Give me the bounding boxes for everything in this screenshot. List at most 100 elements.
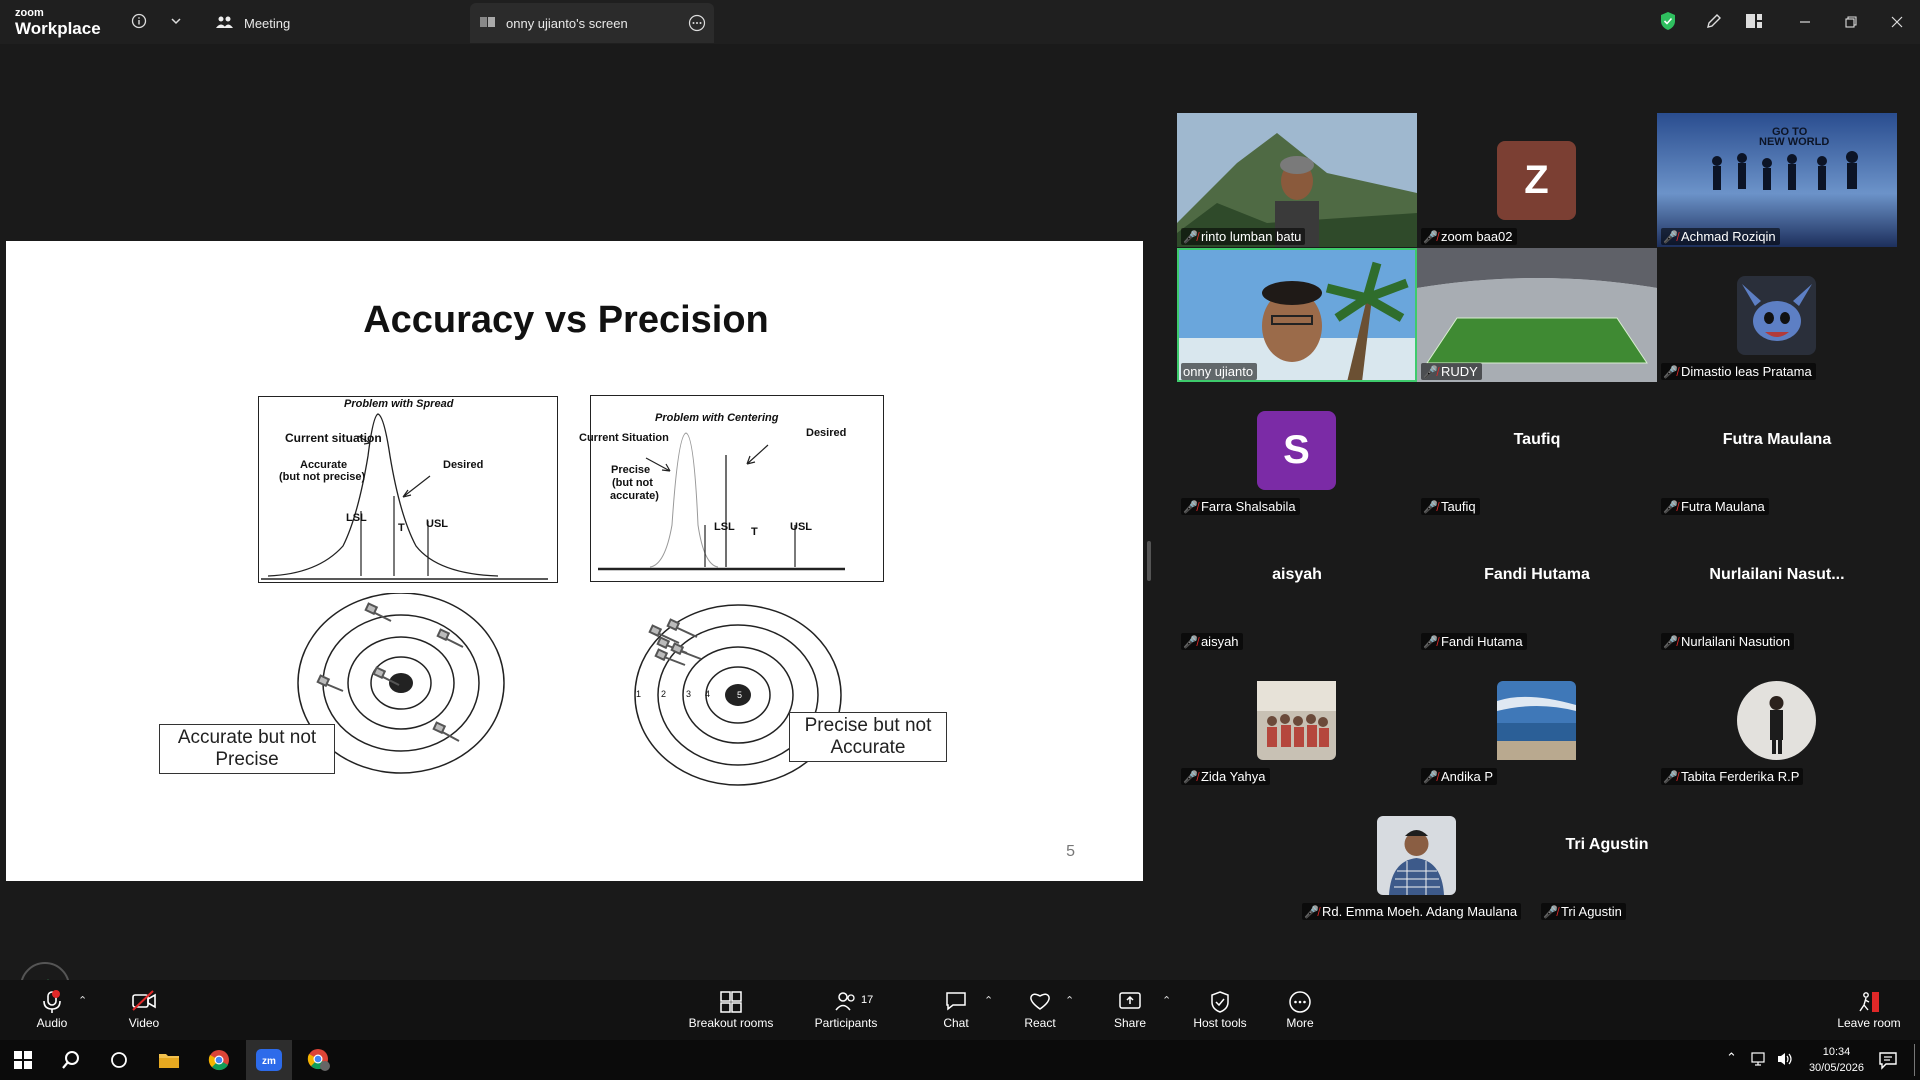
chrome-icon[interactable] <box>196 1040 242 1080</box>
share-options-caret-icon[interactable]: ⌃ <box>1162 994 1171 1007</box>
tab-meeting[interactable]: Meeting <box>216 3 456 43</box>
participant-tile[interactable]: GO TO NEW WORLD 🎤̸ Achmad Roziqin <box>1657 113 1897 247</box>
mic-muted-icon: 🎤̸ <box>1423 634 1438 649</box>
windows-start-icon[interactable] <box>0 1040 46 1080</box>
volume-icon[interactable] <box>1776 1051 1794 1072</box>
participant-name: RUDY <box>1440 364 1478 379</box>
participant-tile[interactable]: 🎤̸ Andika P <box>1417 653 1657 787</box>
participant-tile[interactable]: 🎤̸ Zida Yahya <box>1177 653 1417 787</box>
participant-name: Tabita Ferderika R.P <box>1680 769 1800 784</box>
participant-display-name: aisyah <box>1272 566 1322 583</box>
more-options-icon[interactable] <box>688 14 706 35</box>
leave-room-button[interactable]: Leave room <box>1836 980 1902 1040</box>
participant-name-tag: 🎤̸ Tri Agustin <box>1541 903 1626 920</box>
security-shield-icon[interactable] <box>1657 10 1679 32</box>
react-button[interactable]: React <box>1020 980 1060 1040</box>
participant-tile[interactable]: aisyah 🎤̸ aisyah <box>1177 518 1417 652</box>
spread-t-label: T <box>398 522 405 534</box>
centering-usl-label: USL <box>790 521 812 533</box>
participants-icon <box>834 990 858 1016</box>
show-desktop-strip[interactable] <box>1914 1044 1915 1076</box>
participant-name: Fandi Hutama <box>1440 634 1523 649</box>
chrome-profile-icon[interactable] <box>296 1040 342 1080</box>
mic-muted-icon: 🎤̸ <box>1423 769 1438 784</box>
caption-precise-line2: Accurate <box>830 737 906 758</box>
participant-tile[interactable]: S 🎤̸ Farra Shalsabila <box>1177 383 1417 517</box>
participant-tile[interactable]: Nurlailani Nasut... 🎤̸ Nurlailani Nasutio… <box>1657 518 1897 652</box>
participant-tile[interactable]: Futra Maulana 🎤̸ Futra Maulana <box>1657 383 1897 517</box>
participant-name: Dimastio leas Pratama <box>1680 364 1812 379</box>
mic-muted-icon: 🎤̸ <box>1663 634 1678 649</box>
centering-current-label: Current Situation <box>579 432 669 444</box>
participants-label: Participants <box>814 1016 878 1030</box>
svg-text:NEW WORLD: NEW WORLD <box>1759 136 1829 148</box>
video-button[interactable]: Video <box>120 980 168 1040</box>
microphone-muted-icon <box>41 990 63 1016</box>
participant-tile[interactable]: 🎤̸ RUDY <box>1417 248 1657 382</box>
audio-button[interactable]: Audio <box>28 980 76 1040</box>
search-icon[interactable] <box>48 1040 94 1080</box>
more-button[interactable]: More <box>1280 980 1320 1040</box>
zoom-app-icon[interactable]: zm <box>246 1040 292 1080</box>
chevron-down-icon[interactable] <box>165 10 187 32</box>
participant-name-tag: 🎤̸ Farra Shalsabila <box>1181 498 1300 515</box>
participant-tile[interactable]: 🎤̸ Dimastio leas Pratama <box>1657 248 1897 382</box>
participant-tile[interactable]: Taufiq 🎤̸ Taufiq <box>1417 383 1657 517</box>
participant-tile[interactable]: 🎤̸ Rd. Emma Moeh. Adang Maulana <box>1297 788 1527 922</box>
participant-tile[interactable]: Fandi Hutama 🎤̸ Fandi Hutama <box>1417 518 1657 652</box>
network-icon[interactable] <box>1751 1051 1769 1072</box>
participant-tile[interactable]: Z 🎤̸ zoom baa02 <box>1417 113 1657 247</box>
tray-chevron-up-icon[interactable]: ⌃ <box>1726 1050 1737 1066</box>
ring-label-2: 2 <box>661 689 667 699</box>
mic-muted-icon: 🎤̸ <box>1304 904 1319 919</box>
centering-precise-note2: accurate) <box>610 490 659 502</box>
audio-label: Audio <box>36 1016 68 1030</box>
notification-icon[interactable] <box>1878 1050 1898 1075</box>
info-icon[interactable] <box>128 10 150 32</box>
close-icon[interactable] <box>1883 10 1911 34</box>
clock-date: 30/05/2026 <box>1808 1062 1864 1074</box>
restore-icon[interactable] <box>1837 10 1865 34</box>
meeting-main-area: Accuracy vs Precision Problem with Sprea… <box>0 44 1920 1012</box>
participant-name: Farra Shalsabila <box>1200 499 1296 514</box>
clock-time: 10:34 <box>1822 1046 1851 1058</box>
mic-muted-icon: 🎤̸ <box>1543 904 1558 919</box>
share-screen-icon <box>1118 990 1142 1016</box>
panel-resize-handle[interactable] <box>1147 541 1151 581</box>
participant-tile[interactable]: Tri Agustin 🎤̸ Tri Agustin <box>1537 788 1777 922</box>
minimize-icon[interactable] <box>1791 10 1819 34</box>
participant-tile-active-speaker[interactable]: onny ujianto <box>1177 248 1417 382</box>
participant-name-tag: 🎤̸ rinto lumban batu <box>1181 228 1306 245</box>
spread-desired-label: Desired <box>443 459 484 471</box>
host-tools-button[interactable]: Host tools <box>1190 980 1250 1040</box>
spread-accurate-note: (but not precise) <box>279 471 366 483</box>
spread-usl-label: USL <box>426 518 448 530</box>
avatar: S <box>1257 411 1336 490</box>
share-button[interactable]: Share <box>1110 980 1150 1040</box>
react-options-caret-icon[interactable]: ⌃ <box>1065 994 1074 1007</box>
participant-tile[interactable]: 🎤̸ rinto lumban batu <box>1177 113 1417 247</box>
centering-t-label: T <box>751 526 758 538</box>
participant-name: Rd. Emma Moeh. Adang Maulana <box>1321 904 1518 919</box>
chat-button[interactable]: Chat <box>936 980 976 1040</box>
file-explorer-icon[interactable] <box>146 1040 192 1080</box>
participant-name: zoom baa02 <box>1440 229 1513 244</box>
participants-button[interactable]: Participants <box>808 980 884 1040</box>
participant-name: Nurlailani Nasution <box>1680 634 1791 649</box>
chat-options-caret-icon[interactable]: ⌃ <box>984 994 993 1007</box>
participant-name: Andika P <box>1440 769 1493 784</box>
annotate-pen-icon[interactable] <box>1703 10 1725 32</box>
participant-tile[interactable]: 🎤̸ Tabita Ferderika R.P <box>1657 653 1897 787</box>
spread-bell-curve <box>261 413 548 580</box>
task-view-icon[interactable] <box>96 1040 142 1080</box>
system-clock[interactable]: 10:34 30/05/2026 <box>1809 1044 1864 1076</box>
participant-name: Achmad Roziqin <box>1680 229 1776 244</box>
participant-name: Taufiq <box>1440 499 1476 514</box>
leave-room-label: Leave room <box>1837 1016 1901 1030</box>
audio-options-caret-icon[interactable]: ⌃ <box>78 994 87 1007</box>
share-label: Share <box>1113 1016 1147 1030</box>
tab-screen-share[interactable]: onny ujianto's screen <box>470 3 714 43</box>
view-layout-icon[interactable] <box>1743 10 1765 32</box>
more-dots-icon <box>1288 990 1312 1016</box>
breakout-rooms-button[interactable]: Breakout rooms <box>683 980 779 1040</box>
